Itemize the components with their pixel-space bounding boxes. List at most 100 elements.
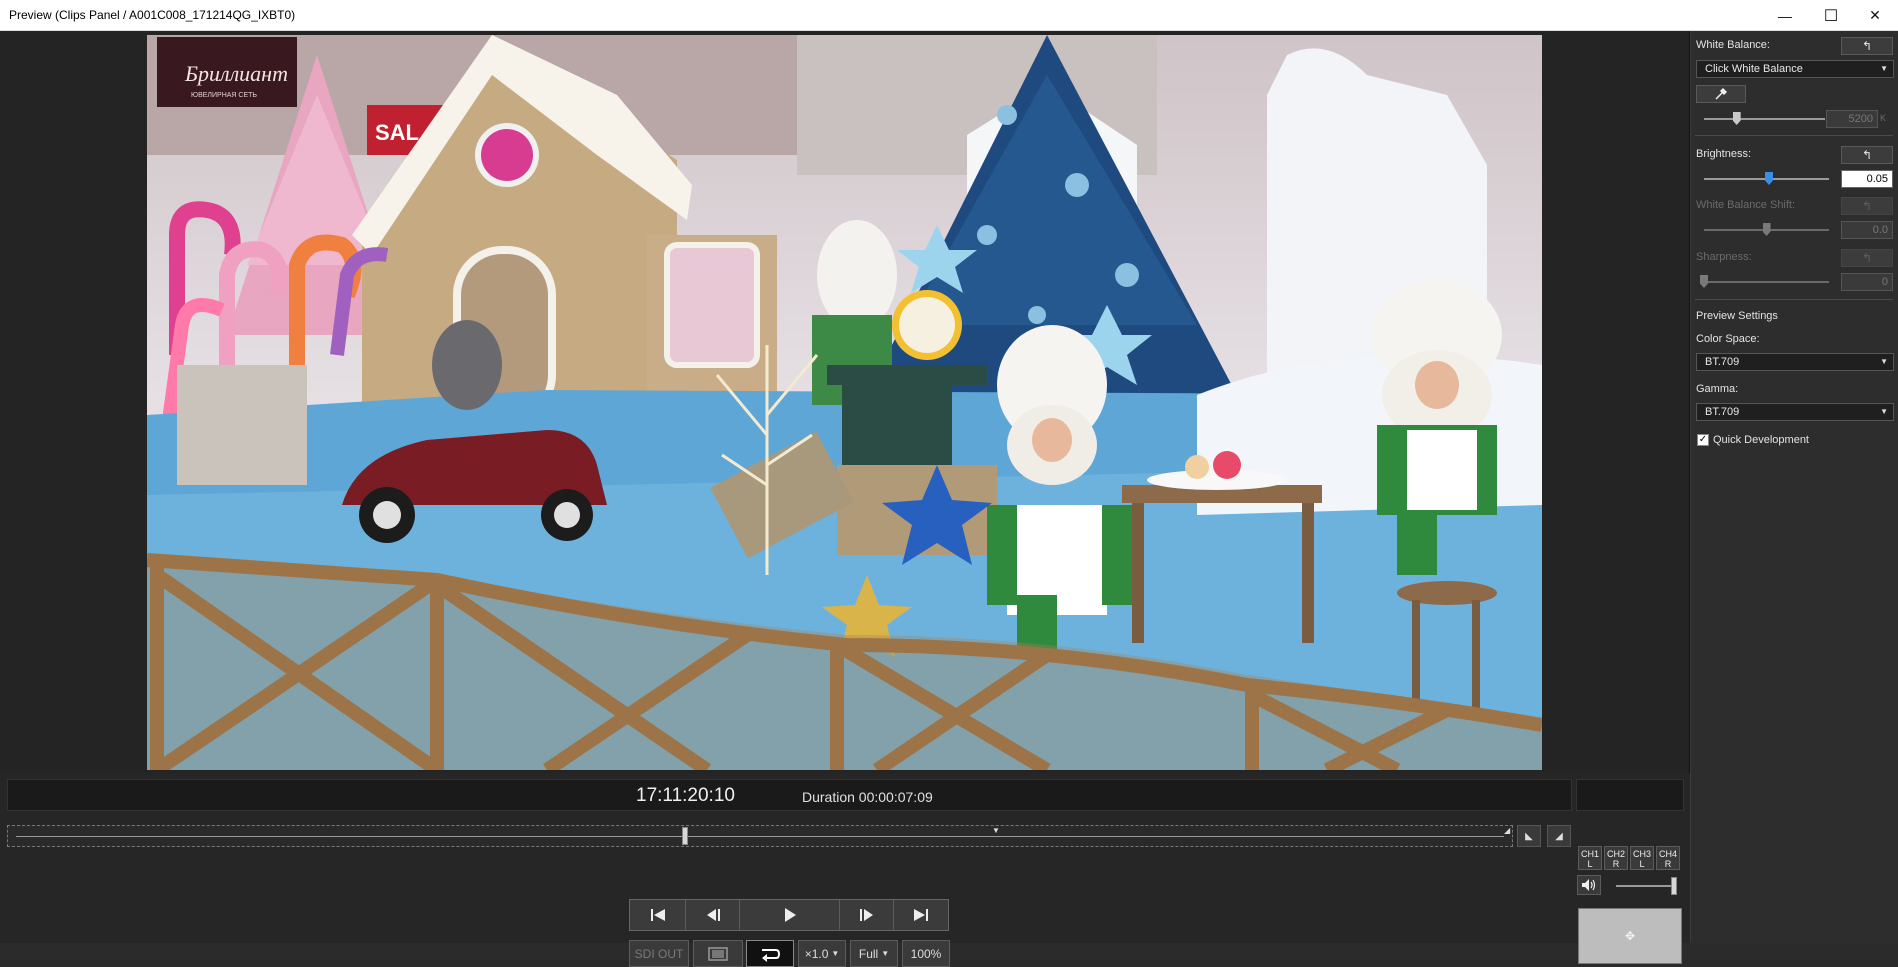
minimize-button[interactable]: — <box>1762 0 1808 31</box>
gamma-label: Gamma: <box>1696 383 1739 395</box>
preview-image: Бриллиант ЮВЕЛИРНАЯ СЕТЬ SAL <box>147 35 1542 770</box>
white-balance-shift-field[interactable]: 0.0 <box>1841 221 1893 239</box>
channel-1-button[interactable]: CH1 L <box>1578 846 1602 870</box>
loop-icon <box>762 948 781 962</box>
speed-value: ×1.0 <box>804 946 829 961</box>
main-area: Бриллиант ЮВЕЛИРНАЯ СЕТЬ SAL White Balan… <box>0 31 1898 967</box>
mark-in-icon: ◣ <box>1525 830 1533 842</box>
quality-dropdown[interactable]: Full ▼ <box>850 940 898 967</box>
jog-pad[interactable]: ✥ <box>1578 908 1682 964</box>
timecode-display: 17:11:20:10 <box>636 785 735 806</box>
mark-out-button[interactable]: ◢ <box>1547 825 1571 847</box>
quality-value: Full <box>858 946 879 961</box>
channel-2-button[interactable]: CH2 R <box>1604 846 1628 870</box>
duration-display: Duration 00:00:07:09 <box>802 789 933 805</box>
kelvin-unit: K <box>1880 113 1887 123</box>
frame-guide-icon <box>708 946 728 961</box>
white-balance-shift-label: White Balance Shift: <box>1696 199 1796 211</box>
maximize-button[interactable]: ☐ <box>1808 0 1854 31</box>
maximize-icon: ☐ <box>1823 7 1839 25</box>
chevron-down-icon: ▼ <box>1880 357 1888 366</box>
go-to-end-button[interactable] <box>894 900 948 930</box>
sharpness-field[interactable]: 0 <box>1841 273 1893 291</box>
skip-back-icon <box>650 909 665 921</box>
zoom-button[interactable]: 100% <box>902 940 950 967</box>
go-to-start-button[interactable] <box>630 900 686 930</box>
settings-panel: White Balance: ↰ Click White Balance ▼ 5… <box>1690 31 1898 943</box>
quick-development-checkbox[interactable]: ✓ <box>1697 434 1709 446</box>
separator <box>1695 135 1893 136</box>
brightness-reset-button[interactable]: ↰ <box>1841 146 1893 164</box>
brightness-field[interactable]: 0.05 <box>1841 170 1893 188</box>
sharpness-slider-track[interactable] <box>1704 281 1829 283</box>
chevron-down-icon: ▼ <box>1880 64 1888 73</box>
reset-icon: ↰ <box>1861 39 1873 53</box>
playhead[interactable] <box>682 827 688 845</box>
close-button[interactable]: ✕ <box>1852 0 1898 31</box>
sdi-out-button[interactable]: SDI OUT <box>629 940 689 967</box>
speaker-icon <box>1582 879 1596 891</box>
minimize-icon: — <box>1778 7 1792 24</box>
volume-slider-thumb[interactable] <box>1671 877 1677 895</box>
white-balance-label: White Balance: <box>1696 39 1770 51</box>
transport-buttons <box>629 899 949 931</box>
quick-development-label: Quick Development <box>1713 434 1809 446</box>
channel-4-label: CH4 <box>1658 849 1677 859</box>
speed-dropdown[interactable]: ×1.0 ▼ <box>798 940 846 967</box>
white-balance-dropdown[interactable]: Click White Balance ▼ <box>1696 60 1894 78</box>
play-button[interactable] <box>740 900 840 930</box>
mark-in-button[interactable]: ◣ <box>1517 825 1541 847</box>
title-bar: Preview (Clips Panel / A001C008_171214QG… <box>0 0 1898 31</box>
timeline-track <box>16 836 1504 837</box>
safe-area-button[interactable] <box>693 940 743 967</box>
preview-viewer: Бриллиант ЮВЕЛИРНАЯ СЕТЬ SAL <box>0 31 1690 773</box>
preview-settings-heading: Preview Settings <box>1696 310 1778 322</box>
channel-2-side: R <box>1612 859 1620 869</box>
kelvin-field[interactable]: 5200 <box>1826 110 1878 128</box>
white-balance-shift-slider-thumb[interactable] <box>1762 223 1771 236</box>
color-space-dropdown[interactable]: BT.709 ▼ <box>1696 353 1894 371</box>
timecode-bar: 17:11:20:10 Duration 00:00:07:09 <box>7 779 1572 811</box>
close-icon: ✕ <box>1869 7 1881 23</box>
out-point-icon: ◢ <box>1504 826 1511 835</box>
mark-out-icon: ◢ <box>1555 830 1563 842</box>
shop-sign-sub: ЮВЕЛИРНАЯ СЕТЬ <box>191 92 257 99</box>
mute-button[interactable] <box>1577 875 1601 895</box>
channel-4-button[interactable]: CH4 R <box>1656 846 1680 870</box>
sharpness-reset-button[interactable]: ↰ <box>1841 249 1893 267</box>
preview-frame[interactable]: Бриллиант ЮВЕЛИРНАЯ СЕТЬ SAL <box>147 35 1542 770</box>
shop-sign: Бриллиант <box>184 61 288 86</box>
gamma-dropdown[interactable]: BT.709 ▼ <box>1696 403 1894 421</box>
sharpness-slider-thumb[interactable] <box>1700 275 1708 288</box>
sale-sign: SAL <box>375 120 419 145</box>
next-frame-button[interactable] <box>840 900 894 930</box>
playback-controls: 17:11:20:10 Duration 00:00:07:09 ▼ ◢ ◣ ◢ <box>0 773 1690 967</box>
channel-1-side: L <box>1587 859 1593 869</box>
chevron-down-icon: ▼ <box>881 949 890 958</box>
previous-frame-button[interactable] <box>686 900 740 930</box>
white-balance-reset-button[interactable]: ↰ <box>1841 37 1893 55</box>
reset-icon: ↰ <box>1861 251 1873 265</box>
marker-icon: ▼ <box>992 826 1000 835</box>
white-balance-slider-track[interactable] <box>1704 118 1825 120</box>
color-space-label: Color Space: <box>1696 333 1760 345</box>
separator <box>1695 299 1893 300</box>
channel-3-label: CH3 <box>1632 849 1651 859</box>
brightness-slider-thumb[interactable] <box>1765 172 1773 185</box>
chevron-down-icon: ▼ <box>1880 407 1888 416</box>
white-balance-slider-thumb[interactable] <box>1732 112 1741 125</box>
gamma-value: BT.709 <box>1705 406 1740 418</box>
audio-meter-box <box>1576 779 1684 811</box>
loop-button[interactable] <box>746 940 794 967</box>
play-icon <box>784 908 796 922</box>
white-balance-dropdown-value: Click White Balance <box>1705 63 1803 75</box>
white-balance-shift-reset-button[interactable]: ↰ <box>1841 197 1893 215</box>
skip-forward-icon <box>914 909 928 921</box>
timeline-scrubber[interactable]: ▼ ◢ <box>7 825 1513 847</box>
volume-slider-track[interactable] <box>1616 885 1676 887</box>
channel-3-button[interactable]: CH3 L <box>1630 846 1654 870</box>
eyedropper-button[interactable] <box>1696 85 1746 103</box>
channel-2-label: CH2 <box>1606 849 1625 859</box>
reset-icon: ↰ <box>1861 199 1873 213</box>
channel-3-side: L <box>1639 859 1645 869</box>
